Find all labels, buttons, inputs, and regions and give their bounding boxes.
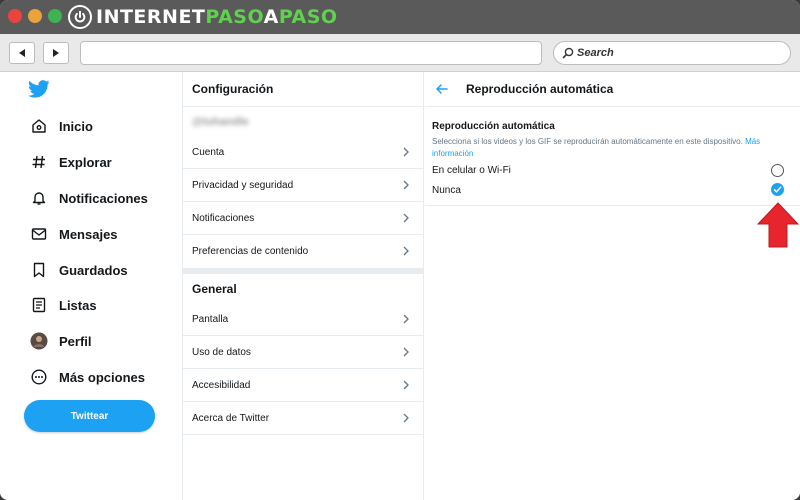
browser-toolbar: Search: [0, 34, 800, 72]
chevron-right-icon: [403, 213, 409, 223]
settings-item-label: Accesibilidad: [192, 379, 251, 391]
minimize-window-button[interactable]: [28, 9, 42, 23]
user-handle-blurred: @tuhandle: [192, 116, 249, 128]
settings-item-label: Uso de datos: [192, 346, 251, 358]
logo-text: INTERNETPASOAPASO: [96, 6, 338, 28]
nav-label: Mensajes: [59, 226, 118, 242]
option-label-nunca[interactable]: Nunca: [432, 185, 461, 196]
nav-label: Más opciones: [59, 369, 145, 385]
autoplay-title: Reproducción automática: [466, 82, 614, 96]
settings-column: Configuración @tuhandle Cuenta Privacida…: [182, 72, 424, 500]
settings-item-privacidad[interactable]: Privacidad y seguridad: [183, 169, 423, 202]
nav-item-perfil[interactable]: Perfil: [30, 329, 92, 353]
nav-item-mensajes[interactable]: Mensajes: [30, 222, 118, 246]
settings-item-label: Preferencias de contenido: [192, 246, 309, 257]
settings-item-label: Acerca de Twitter: [192, 412, 270, 424]
radio-nunca[interactable]: [771, 183, 784, 196]
settings-title: Configuración: [183, 72, 423, 107]
home-icon: [30, 117, 48, 135]
settings-item-preferencias[interactable]: Preferencias de contenido: [183, 235, 423, 268]
autoplay-header: Reproducción automática: [425, 72, 800, 107]
chevron-right-icon: [403, 314, 409, 324]
general-title: General: [192, 282, 237, 296]
nav-item-guardados[interactable]: Guardados: [30, 258, 128, 282]
chevron-right-icon: [403, 147, 409, 157]
power-icon: [68, 5, 92, 29]
radio-wifi[interactable]: [771, 164, 784, 177]
maximize-window-button[interactable]: [48, 9, 62, 23]
search-input[interactable]: Search: [553, 41, 791, 65]
nav-item-mas-opciones[interactable]: Más opciones: [30, 365, 145, 389]
twitter-sidebar: Inicio Explorar Notificaciones Mensajes …: [0, 72, 182, 500]
settings-item-accesibilidad[interactable]: Accesibilidad: [183, 369, 423, 402]
check-icon: [773, 186, 782, 193]
more-icon: [30, 368, 48, 386]
chevron-right-icon: [403, 347, 409, 357]
settings-item-cuenta[interactable]: Cuenta: [183, 136, 423, 169]
autoplay-section-title: Reproducción automática: [432, 121, 555, 132]
settings-item-uso-datos[interactable]: Uso de datos: [183, 336, 423, 369]
autoplay-panel: Reproducción automática Reproducción aut…: [425, 72, 800, 500]
bookmark-icon: [30, 261, 48, 279]
bell-icon: [30, 189, 48, 207]
back-button[interactable]: [9, 42, 35, 64]
browser-window: INTERNETPASOAPASO Search Inicio Explorar…: [0, 0, 800, 500]
chevron-right-icon: [403, 246, 409, 256]
red-arrow-up-icon: [756, 202, 800, 253]
settings-item-acerca[interactable]: Acerca de Twitter: [183, 402, 423, 435]
triangle-left-icon: [19, 49, 25, 57]
nav-label: Perfil: [59, 333, 92, 349]
options-divider: [425, 205, 800, 206]
settings-item-label: Notificaciones: [192, 212, 255, 224]
nav-label: Inicio: [59, 118, 93, 134]
back-arrow-icon[interactable]: [436, 84, 448, 94]
search-icon: [562, 47, 574, 59]
chevron-right-icon: [403, 380, 409, 390]
settings-item-label: Cuenta: [192, 146, 225, 158]
tweet-button[interactable]: Twittear: [24, 400, 155, 432]
nav-label: Notificaciones: [59, 190, 148, 206]
option-label-wifi[interactable]: En celular o Wi-Fi: [432, 165, 511, 176]
search-placeholder: Search: [577, 47, 614, 59]
forward-button[interactable]: [43, 42, 69, 64]
avatar-icon: [30, 332, 48, 350]
nav-item-listas[interactable]: Listas: [30, 293, 97, 317]
chevron-right-icon: [403, 180, 409, 190]
url-input[interactable]: [80, 41, 542, 65]
autoplay-description: Selecciona si los videos y los GIF se re…: [432, 137, 761, 158]
nav-label: Listas: [59, 297, 97, 313]
nav-item-notificaciones[interactable]: Notificaciones: [30, 186, 148, 210]
nav-label: Guardados: [59, 262, 128, 278]
section-divider: [183, 268, 423, 274]
chevron-right-icon: [403, 413, 409, 423]
twitter-bird-icon[interactable]: [28, 80, 50, 103]
nav-item-inicio[interactable]: Inicio: [30, 114, 93, 138]
nav-item-explorar[interactable]: Explorar: [30, 150, 112, 174]
hashtag-icon: [30, 153, 48, 171]
settings-item-notificaciones[interactable]: Notificaciones: [183, 202, 423, 235]
triangle-right-icon: [53, 49, 59, 57]
envelope-icon: [30, 225, 48, 243]
settings-item-label: Pantalla: [192, 313, 229, 325]
close-window-button[interactable]: [8, 9, 22, 23]
list-icon: [30, 296, 48, 314]
nav-label: Explorar: [59, 154, 112, 170]
settings-item-label: Privacidad y seguridad: [192, 179, 294, 191]
title-bar: INTERNETPASOAPASO: [0, 0, 800, 34]
site-logo: INTERNETPASOAPASO: [68, 4, 338, 30]
settings-item-pantalla[interactable]: Pantalla: [183, 303, 423, 336]
page-content: Inicio Explorar Notificaciones Mensajes …: [0, 72, 800, 500]
